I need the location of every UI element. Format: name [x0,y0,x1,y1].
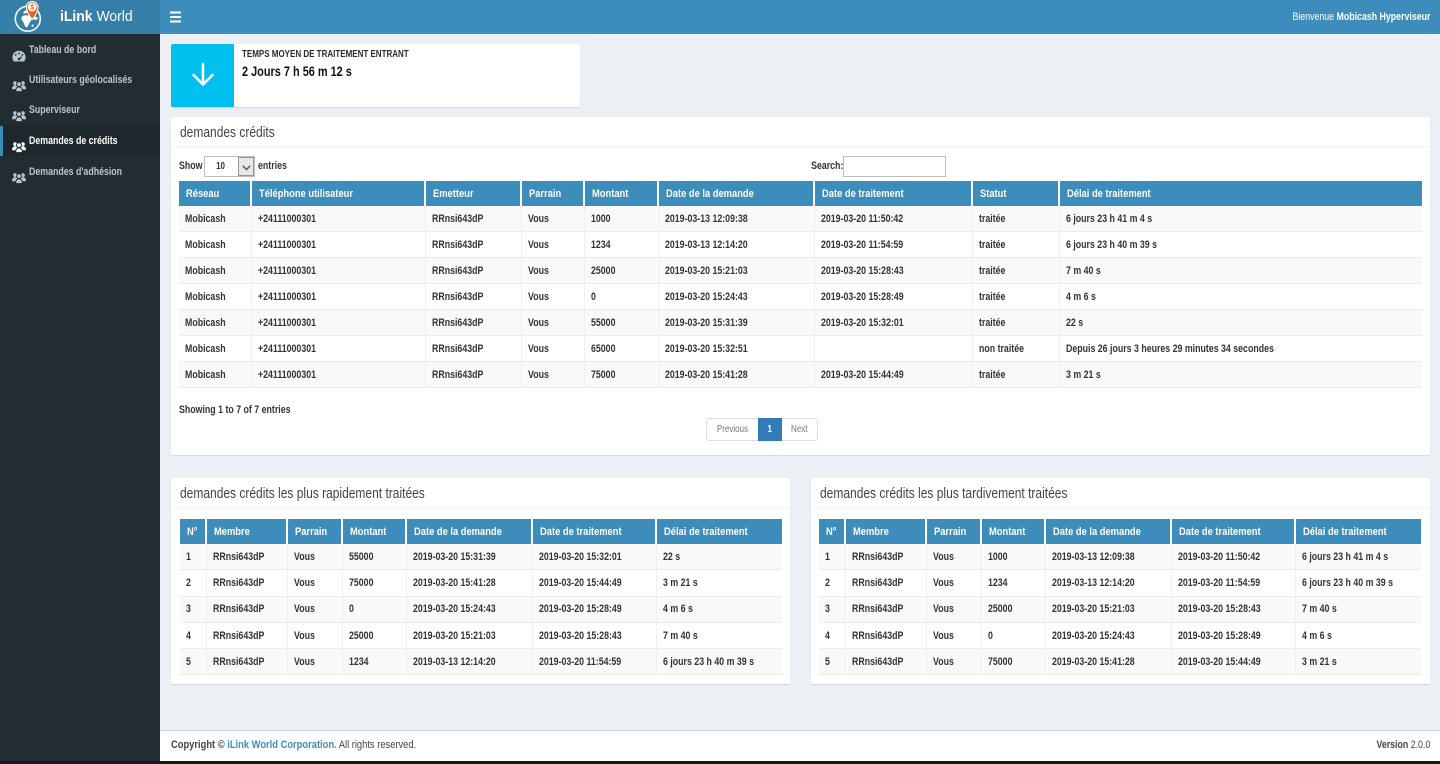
svg-text:$: $ [30,5,34,12]
